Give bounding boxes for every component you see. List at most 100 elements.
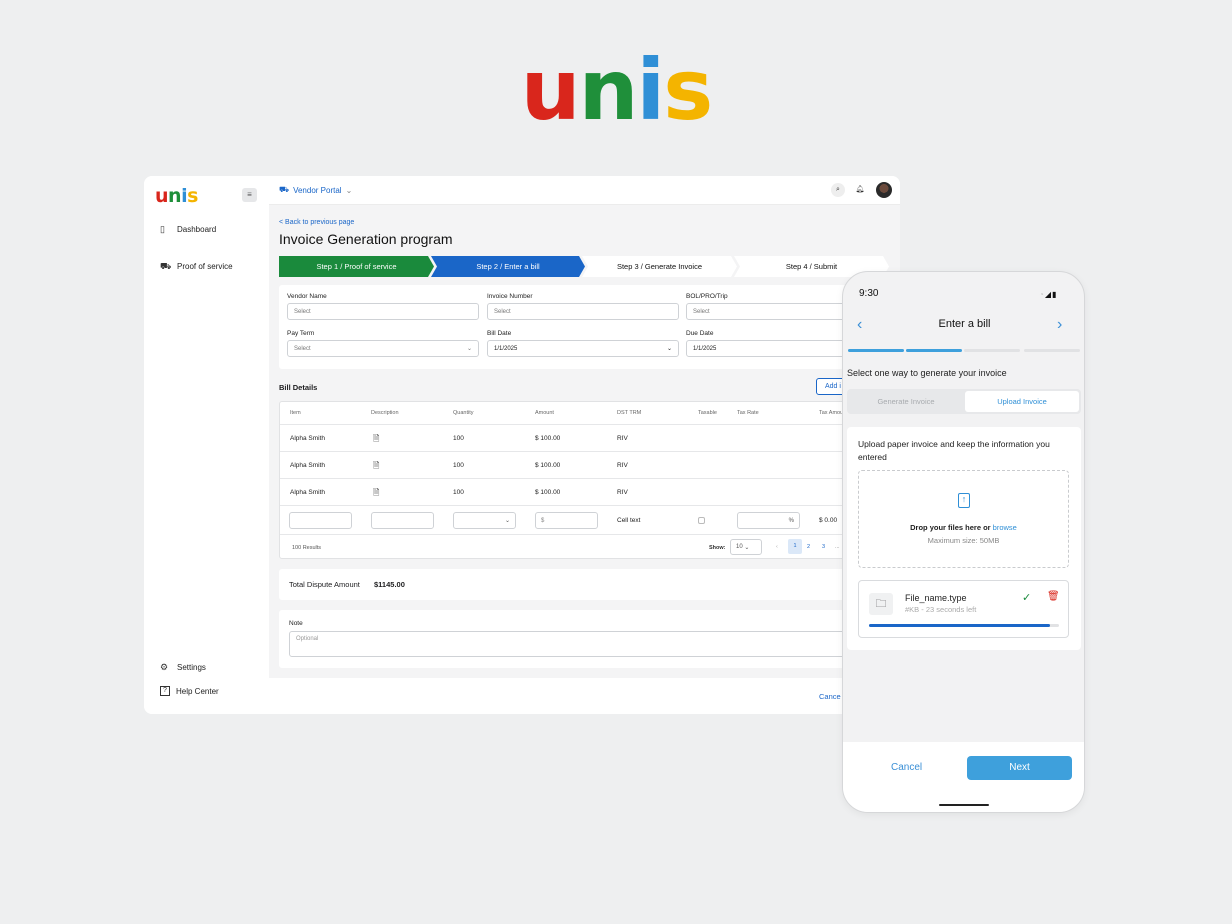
status-icons: ◔◢▮ [1039, 290, 1057, 299]
max-size: Maximum size: 50MB [927, 536, 1000, 545]
help-icon: ? [160, 686, 170, 696]
gear-icon: ⚙ [160, 662, 169, 672]
cell-item: Alpha Smith [290, 462, 326, 469]
col-header: Tax Rate [737, 410, 759, 416]
invoice-number-select[interactable]: Select [487, 303, 679, 320]
pay-term-label: Pay Term [287, 330, 315, 337]
vendor-portal-selector[interactable]: ⛟ Vendor Portal ⌄ [279, 185, 352, 195]
page-2[interactable]: 2 [807, 544, 810, 550]
cell-amount: $ 100.00 [535, 462, 561, 469]
progress-segment-1 [848, 349, 904, 352]
cell-item: Alpha Smith [290, 435, 326, 442]
chevron-down-icon: ⌄ [504, 518, 510, 524]
col-header: Tax Amou [819, 410, 844, 416]
cell-dst: RIV [617, 435, 628, 442]
note-label: Note [289, 620, 303, 627]
generation-mode-toggle: Generate Invoice Upload Invoice [847, 389, 1081, 414]
tax-amount-cell: $ 0.00 [819, 517, 838, 524]
dropzone[interactable]: ↑ Drop your files here or browse Maximum… [858, 470, 1069, 568]
due-date-label: Due Date [686, 330, 714, 337]
cell-amount: $ 100.00 [535, 489, 561, 496]
chevron-down-icon: ⌄ [666, 346, 672, 352]
dst-cell: Cell text [617, 517, 641, 524]
sidebar-item-dashboard[interactable]: ▯ Dashboard [160, 224, 216, 234]
folder-icon: 🗀 [869, 593, 893, 615]
col-header: Taxable [698, 410, 717, 416]
step-1[interactable]: Step 1 / Proof of service [279, 256, 434, 277]
phone-subtitle: Select one way to generate your invoice [847, 368, 1007, 378]
battery-icon: ▮ [1052, 290, 1058, 299]
sidebar-item-help-center[interactable]: ? Help Center [160, 686, 219, 696]
cancel-button[interactable]: Cance [819, 692, 841, 701]
amount-input[interactable]: $ [535, 512, 598, 529]
bill-date-select[interactable]: 1/1/2025 ⌄ [487, 340, 679, 357]
due-date-select[interactable]: 1/1/2025 [686, 340, 856, 357]
description-input[interactable] [371, 512, 434, 529]
avatar[interactable] [876, 182, 892, 198]
page-1[interactable]: 1 [788, 539, 802, 554]
page-ellipsis: ... [835, 544, 840, 550]
document-icon[interactable]: 🗎 [373, 433, 379, 447]
upload-progress-track [869, 624, 1059, 627]
bell-icon[interactable]: 🔔︎ [853, 183, 867, 197]
table-row[interactable]: Alpha Smith 🗎 100 $ 100.00 RIV [280, 451, 858, 478]
search-icon[interactable]: ⌕ [831, 183, 845, 197]
quantity-select[interactable]: ⌄ [453, 512, 516, 529]
phone-cancel-button[interactable]: Cancel [891, 762, 922, 773]
invoice-number-label: Invoice Number [487, 293, 533, 300]
phone-next-button[interactable]: Next [967, 756, 1072, 780]
top-bar: ⛟ Vendor Portal ⌄ ⌕ 🔔︎ [269, 176, 900, 205]
progress-segment-3 [964, 349, 1020, 352]
sidebar-collapse-icon[interactable]: ≡ [242, 188, 257, 202]
page-3[interactable]: 3 [822, 544, 825, 550]
upload-progress-fill [869, 624, 1050, 627]
signal-icon: ◢ [1044, 290, 1052, 299]
sidebar-item-proof-of-service[interactable]: ⛟ Proof of service [160, 261, 233, 271]
bill-details-title: Bill Details [279, 383, 318, 392]
file-name: File_name.type [905, 593, 967, 603]
vendor-name-label: Vendor Name [287, 293, 327, 300]
prev-page-icon[interactable]: ‹ [776, 544, 778, 550]
total-value: $1145.00 [374, 580, 405, 589]
file-upload-icon: ↑ [958, 493, 970, 508]
bol-select[interactable]: Select [686, 303, 856, 320]
bill-form: Vendor Name Select Invoice Number Select… [279, 285, 859, 369]
stepper: Step 1 / Proof of service Step 2 / Enter… [279, 256, 900, 277]
chevron-down-icon: ⌄ [466, 346, 472, 352]
table-row[interactable]: Alpha Smith 🗎 100 $ 100.00 RIV [280, 478, 858, 505]
col-header: Item [290, 410, 301, 416]
brand-logo: unis [520, 41, 713, 139]
cell-dst: RIV [617, 462, 628, 469]
home-indicator [939, 804, 989, 806]
step-3[interactable]: Step 3 / Generate Invoice [582, 256, 737, 277]
cell-item: Alpha Smith [290, 489, 326, 496]
upload-invoice-option[interactable]: Upload Invoice [965, 391, 1079, 412]
forward-chevron-icon[interactable]: › [1057, 316, 1062, 334]
chevron-down-icon: ⌄ [345, 185, 353, 195]
drop-text: Drop your files here or browse [910, 523, 1017, 532]
browse-link[interactable]: browse [993, 523, 1017, 532]
vendor-name-select[interactable]: Select [287, 303, 479, 320]
pay-term-select[interactable]: Select ⌄ [287, 340, 479, 357]
progress-segment-4 [1024, 349, 1080, 352]
bol-label: BOL/PRO/Trip [686, 293, 728, 300]
trash-icon[interactable]: 🗑︎ [1047, 591, 1060, 602]
item-input[interactable] [289, 512, 352, 529]
document-icon[interactable]: 🗎 [373, 460, 379, 474]
chevron-down-icon: ⌄ [744, 544, 750, 551]
note-textarea[interactable]: Optional [289, 631, 854, 657]
table-row[interactable]: Alpha Smith 🗎 100 $ 100.00 RIV [280, 424, 858, 451]
generate-invoice-option[interactable]: Generate Invoice [849, 391, 963, 412]
step-2[interactable]: Step 2 / Enter a bill [431, 256, 585, 277]
page-size-select[interactable]: 10 ⌄ [730, 539, 762, 555]
tax-rate-input[interactable]: % [737, 512, 800, 529]
taxable-checkbox[interactable] [698, 517, 705, 524]
document-icon[interactable]: 🗎 [373, 487, 379, 501]
sidebar-logo[interactable]: unis [155, 185, 198, 207]
upload-card: Upload paper invoice and keep the inform… [847, 427, 1081, 650]
sidebar-item-settings[interactable]: ⚙ Settings [160, 662, 206, 672]
bill-table: Item Description Quantity Amount DST TRM… [279, 401, 859, 559]
back-link[interactable]: < Back to previous page [279, 219, 354, 226]
upload-description: Upload paper invoice and keep the inform… [858, 439, 1050, 462]
page-title: Invoice Generation program [279, 231, 453, 247]
